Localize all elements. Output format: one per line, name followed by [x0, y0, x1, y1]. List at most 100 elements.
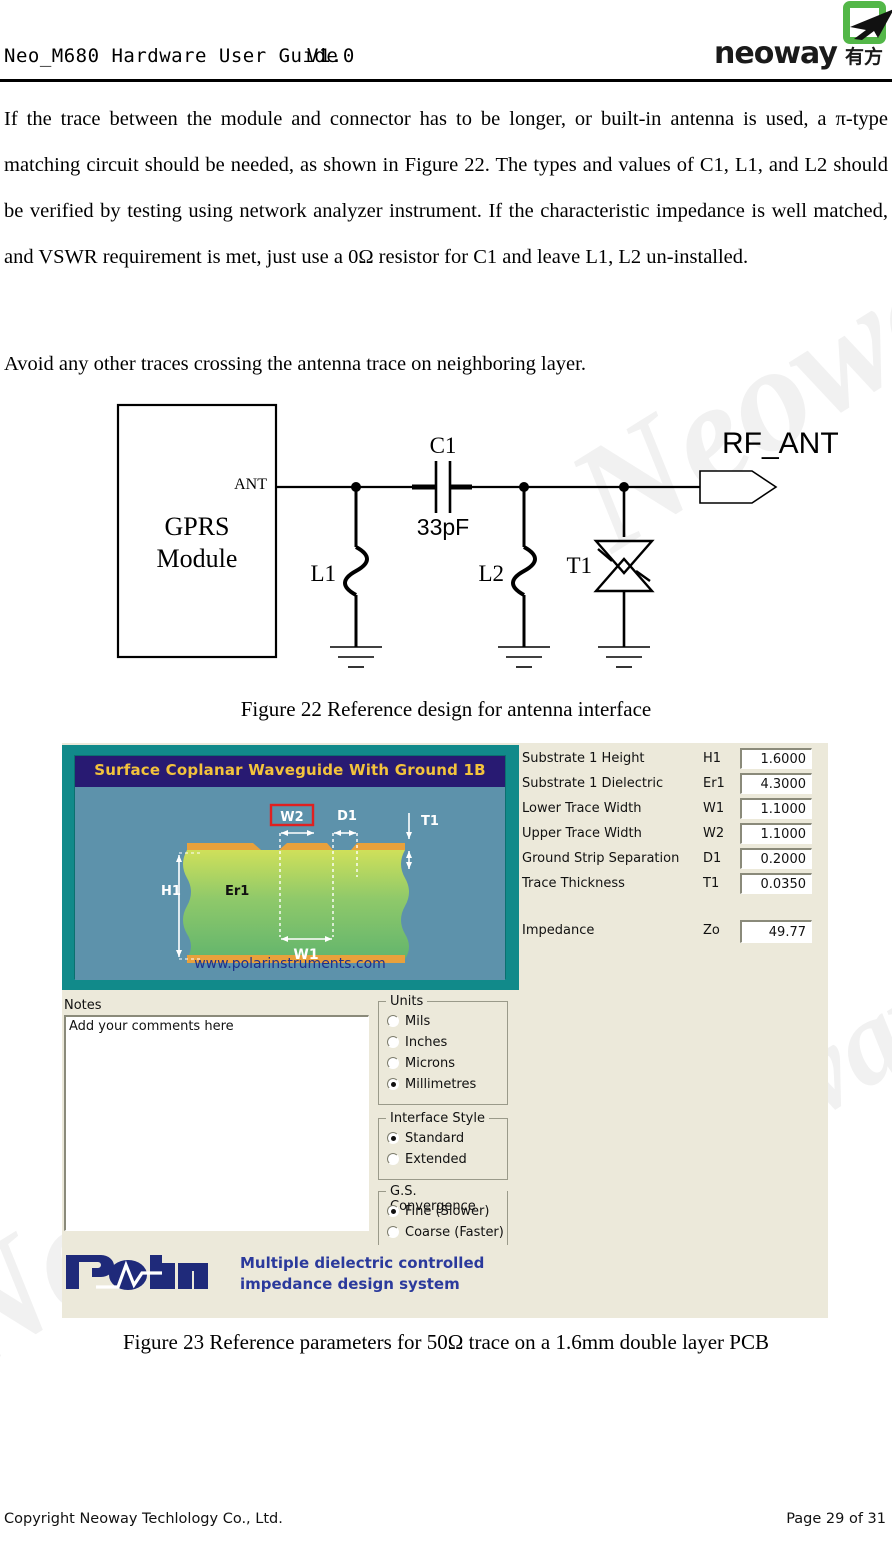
svg-text:H1: H1: [161, 884, 181, 899]
waveguide-diagram-panel: Surface Coplanar Waveguide With Ground 1…: [62, 745, 519, 990]
parameter-label: Upper Trace Width: [522, 826, 642, 841]
body-paragraph-1: If the trace between the module and conn…: [4, 108, 888, 268]
units-option[interactable]: Inches: [379, 1032, 507, 1053]
figure-22-caption: Figure 22 Reference design for antenna i…: [240, 697, 652, 721]
body-paragraph-2: Avoid any other traces crossing the ante…: [4, 353, 586, 375]
parameter-value-field[interactable]: 1.1000: [740, 798, 812, 819]
radio-icon[interactable]: [387, 1057, 399, 1069]
parameter-value-field[interactable]: 4.3000: [740, 773, 812, 794]
svg-text:RF_ANT: RF_ANT: [722, 427, 839, 460]
parameter-row: Trace Thickness T1 0.0350: [522, 873, 828, 898]
parameter-label: Trace Thickness: [522, 876, 625, 891]
radio-label: Millimetres: [405, 1077, 477, 1092]
polar-brand-bar: Multiple dielectric controlled impedance…: [62, 1245, 828, 1315]
svg-text:Er1: Er1: [225, 884, 249, 899]
svg-text:GPRS: GPRS: [164, 512, 229, 541]
radio-icon[interactable]: [387, 1132, 399, 1144]
units-option[interactable]: Millimetres: [379, 1074, 507, 1095]
radio-icon[interactable]: [387, 1078, 399, 1090]
svg-text:T1: T1: [566, 553, 592, 578]
polar-url-label: www.polarinstruments.com: [194, 956, 386, 972]
radio-label: Coarse (Faster): [405, 1225, 504, 1240]
convergence-option[interactable]: Fine (Slower): [379, 1201, 507, 1222]
parameter-symbol: T1: [703, 876, 720, 891]
convergence-option[interactable]: Coarse (Faster): [379, 1222, 507, 1243]
parameter-row: Ground Strip Separation D1 0.2000: [522, 848, 828, 873]
svg-text:C1: C1: [430, 433, 457, 458]
notes-text: Add your comments here: [69, 1019, 234, 1034]
parameter-value-field[interactable]: 49.77: [740, 920, 812, 943]
neoway-logo: neoway 有方: [710, 0, 892, 72]
logo-chinese-text: 有方: [845, 46, 884, 68]
interface-style-option[interactable]: Extended: [379, 1149, 507, 1170]
units-option[interactable]: Microns: [379, 1053, 507, 1074]
parameter-value-field[interactable]: 1.1000: [740, 823, 812, 844]
polar-logo-icon: [66, 1255, 208, 1290]
parameter-row: Lower Trace Width W1 1.1000: [522, 798, 828, 823]
parameter-label: Lower Trace Width: [522, 801, 642, 816]
footer-page-number: Page 29 of 31: [786, 1511, 886, 1527]
radio-icon[interactable]: [387, 1205, 399, 1217]
document-version: V1.0: [307, 45, 355, 67]
notes-input[interactable]: Add your comments here: [64, 1015, 369, 1231]
parameter-value-field[interactable]: 0.0350: [740, 873, 812, 894]
interface-style-group: Interface Style Standard Extended: [378, 1111, 508, 1180]
svg-text:T1: T1: [421, 814, 439, 829]
parameter-label: Ground Strip Separation: [522, 851, 680, 866]
radio-label: Inches: [405, 1035, 448, 1050]
logo-arrow-icon: [850, 9, 892, 40]
radio-icon[interactable]: [387, 1036, 399, 1048]
logo-wordmark: neoway: [714, 36, 838, 71]
polar-tagline: Multiple dielectric controlled impedance…: [240, 1253, 484, 1295]
figure-22-circuit-diagram: GPRS Module ANT C1 33pF L1 L2 T1 RF_ANT: [0, 395, 892, 685]
radio-icon[interactable]: [387, 1153, 399, 1165]
document-page: Neo_M680 Hardware User Guide V1.0 neoway…: [0, 0, 892, 1542]
units-option[interactable]: Mils: [379, 1011, 507, 1032]
waveguide-diagram-title: Surface Coplanar Waveguide With Ground 1…: [94, 761, 486, 779]
units-group-title: Units: [386, 994, 428, 1009]
parameter-label: Substrate 1 Height: [522, 751, 645, 766]
waveguide-diagram-frame: Surface Coplanar Waveguide With Ground 1…: [74, 755, 506, 980]
parameter-label: Substrate 1 Dielectric: [522, 776, 664, 791]
parameter-value-field[interactable]: 0.2000: [740, 848, 812, 869]
radio-icon[interactable]: [387, 1226, 399, 1238]
parameter-symbol: H1: [703, 751, 722, 766]
interface-style-group-title: Interface Style: [386, 1111, 489, 1126]
polar-tagline-line1: Multiple dielectric controlled: [240, 1254, 485, 1272]
svg-text:33pF: 33pF: [417, 514, 469, 540]
parameter-symbol: Zo: [703, 923, 720, 938]
radio-label: Extended: [405, 1152, 467, 1167]
figure-23-caption: Figure 23 Reference parameters for 50Ω t…: [123, 1330, 769, 1354]
radio-label: Fine (Slower): [405, 1204, 490, 1219]
parameter-value-field[interactable]: 1.6000: [740, 748, 812, 769]
notes-label: Notes: [64, 998, 102, 1013]
parameter-row: Substrate 1 Dielectric Er1 4.3000: [522, 773, 828, 798]
parameter-row: Impedance Zo 49.77: [522, 920, 828, 945]
parameter-row: Upper Trace Width W2 1.1000: [522, 823, 828, 848]
radio-icon[interactable]: [387, 1015, 399, 1027]
polar-tagline-line2: impedance design system: [240, 1275, 460, 1293]
parameter-row: Substrate 1 Height H1 1.6000: [522, 748, 828, 773]
parameter-symbol: W2: [703, 826, 725, 841]
svg-text:ANT: ANT: [234, 476, 267, 493]
parameter-symbol: W1: [703, 801, 725, 816]
units-group: Units Mils Inches Microns Millimetres: [378, 994, 508, 1105]
page-header: Neo_M680 Hardware User Guide V1.0 neoway…: [0, 0, 892, 84]
svg-text:Module: Module: [157, 544, 238, 573]
waveguide-cross-section: W2 D1 T1 H1 Er1 W1: [75, 787, 505, 980]
document-title: Neo_M680 Hardware User Guide: [4, 45, 339, 67]
parameter-list: Substrate 1 Height H1 1.6000 Substrate 1 Di…: [522, 748, 828, 945]
parameter-symbol: Er1: [703, 776, 725, 791]
interface-style-option[interactable]: Standard: [379, 1128, 507, 1149]
convergence-group: G.S. Convergence Fine (Slower) Coarse (Fa…: [378, 1184, 508, 1253]
svg-text:W2: W2: [280, 810, 303, 825]
parameter-symbol: D1: [703, 851, 722, 866]
polar-impedance-calculator-screenshot: Surface Coplanar Waveguide With Ground 1…: [62, 743, 828, 1318]
radio-label: Mils: [405, 1014, 431, 1029]
svg-text:L1: L1: [310, 561, 336, 586]
parameter-label: Impedance: [522, 923, 595, 938]
header-divider: [0, 79, 892, 82]
footer-copyright: Copyright Neoway Techlology Co., Ltd.: [4, 1511, 283, 1527]
svg-text:L2: L2: [478, 561, 504, 586]
radio-label: Microns: [405, 1056, 456, 1071]
